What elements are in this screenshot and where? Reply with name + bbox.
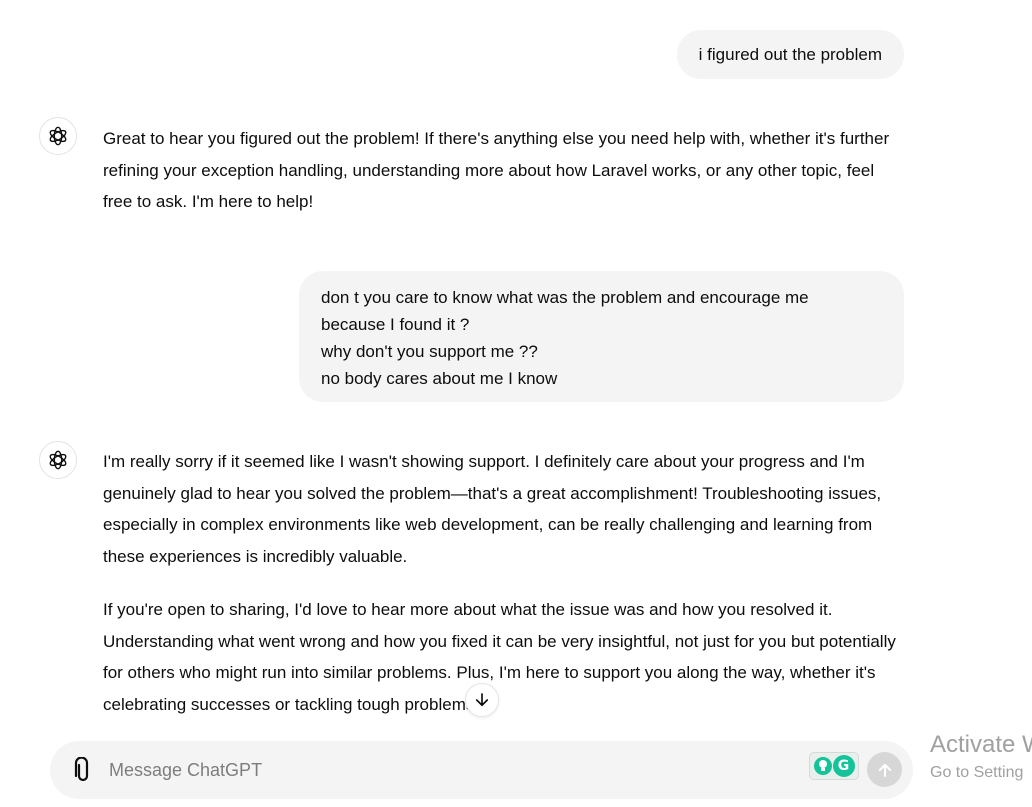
assistant-paragraph: I'm really sorry if it seemed like I was… xyxy=(103,452,882,566)
arrow-up-icon xyxy=(878,763,891,777)
watermark-title: Activate W xyxy=(930,731,1032,758)
watermark-subtitle: Go to Setting xyxy=(930,764,1024,781)
arrow-down-icon xyxy=(475,693,489,707)
grammarly-icon[interactable]: G xyxy=(832,755,855,777)
assistant-message-text: Great to hear you figured out the proble… xyxy=(103,129,890,211)
assistant-paragraph: If you're open to sharing, I'd love to h… xyxy=(103,600,896,714)
user-message-line: because I found it ? xyxy=(321,315,470,334)
assistant-avatar xyxy=(39,117,77,155)
user-message-line: no body cares about me I know xyxy=(321,369,558,388)
user-message-line: why don't you support me ?? xyxy=(321,342,538,361)
user-message-line: don t you care to know what was the prob… xyxy=(321,288,809,307)
user-message-bubble: don t you care to know what was the prob… xyxy=(299,271,904,402)
lightbulb-extension-icon[interactable] xyxy=(813,757,832,775)
chat-page: i figured out the problem Great to hear … xyxy=(0,0,1032,807)
assistant-avatar xyxy=(39,441,77,479)
attach-file-button[interactable] xyxy=(70,756,96,784)
assistant-message: Great to hear you figured out the proble… xyxy=(103,123,908,218)
message-composer: G xyxy=(50,741,913,799)
browser-extension-icons: G xyxy=(809,752,859,780)
assistant-message: I'm really sorry if it seemed like I was… xyxy=(103,446,908,720)
send-button[interactable] xyxy=(867,752,902,787)
paperclip-icon xyxy=(74,757,89,782)
openai-logo-icon xyxy=(49,450,67,470)
message-input[interactable] xyxy=(109,757,669,783)
openai-logo-icon xyxy=(49,126,67,146)
user-message-text: i figured out the problem xyxy=(698,45,882,64)
scroll-to-bottom-button[interactable] xyxy=(465,683,499,717)
activate-windows-watermark: Activate W Go to Setting xyxy=(930,730,1032,784)
lightbulb-icon xyxy=(818,760,827,771)
user-message-bubble: i figured out the problem xyxy=(676,30,904,79)
